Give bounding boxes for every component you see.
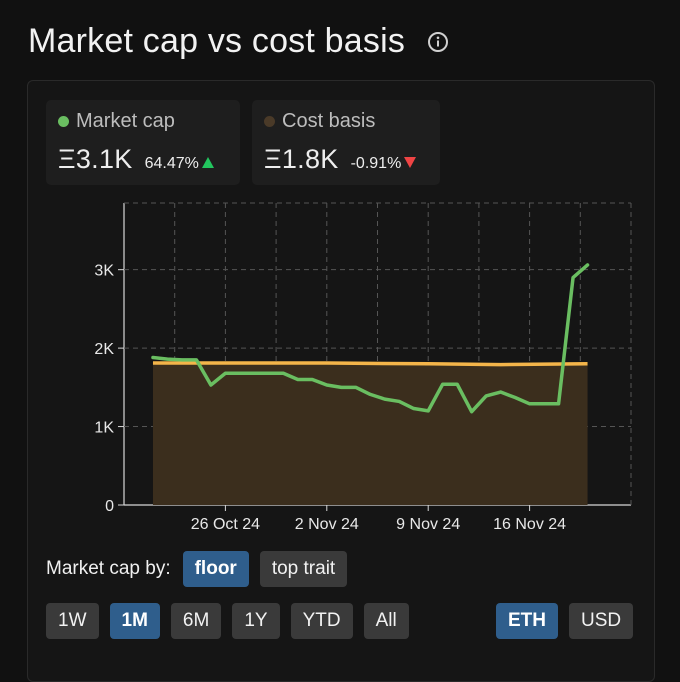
page-title: Market cap vs cost basis [28,22,406,60]
range-6m-button[interactable]: 6M [170,603,222,639]
currency-usd-button[interactable]: USD [569,603,634,639]
y-tick-label: 1K [94,420,114,437]
floor-button[interactable]: floor [182,551,249,587]
y-tick-label: 3K [94,263,114,280]
info-icon[interactable] [427,31,449,53]
x-tick-label: 2 Nov 24 [295,516,359,533]
range-ytd-button[interactable]: YTD [290,603,353,639]
chart-card: Market cap Ξ3.1K 64.47% Cost basis Ξ1.8K… [27,80,655,682]
y-tick-label: 0 [105,498,114,515]
x-tick-label: 9 Nov 24 [396,516,460,533]
top-trait-button[interactable]: top trait [259,551,348,587]
range-1w-button[interactable]: 1W [46,603,99,639]
y-tick-label: 2K [94,341,114,358]
time-range-selector: 1W 1M 6M 1Y YTD All [46,603,420,639]
currency-selector: ETH USD [496,603,644,639]
market-cap-by-selector: Market cap by: floor top trait [46,551,358,587]
market-cap-chart[interactable]: 0 1K 2K 3K 26 Oct 24 2 Nov 24 9 Nov 24 16 Nov 2… [28,81,654,541]
x-tick-label: 16 Nov 24 [493,516,566,533]
range-1m-button[interactable]: 1M [109,603,160,639]
x-tick-label: 26 Oct 24 [191,516,260,533]
market-cap-by-label: Market cap by: [46,558,171,579]
range-1y-button[interactable]: 1Y [232,603,280,639]
cost-basis-area [152,363,588,505]
cost-basis-line [152,361,588,367]
range-all-button[interactable]: All [363,603,409,639]
currency-eth-button[interactable]: ETH [496,603,558,639]
title-row: Market cap vs cost basis [28,22,449,61]
